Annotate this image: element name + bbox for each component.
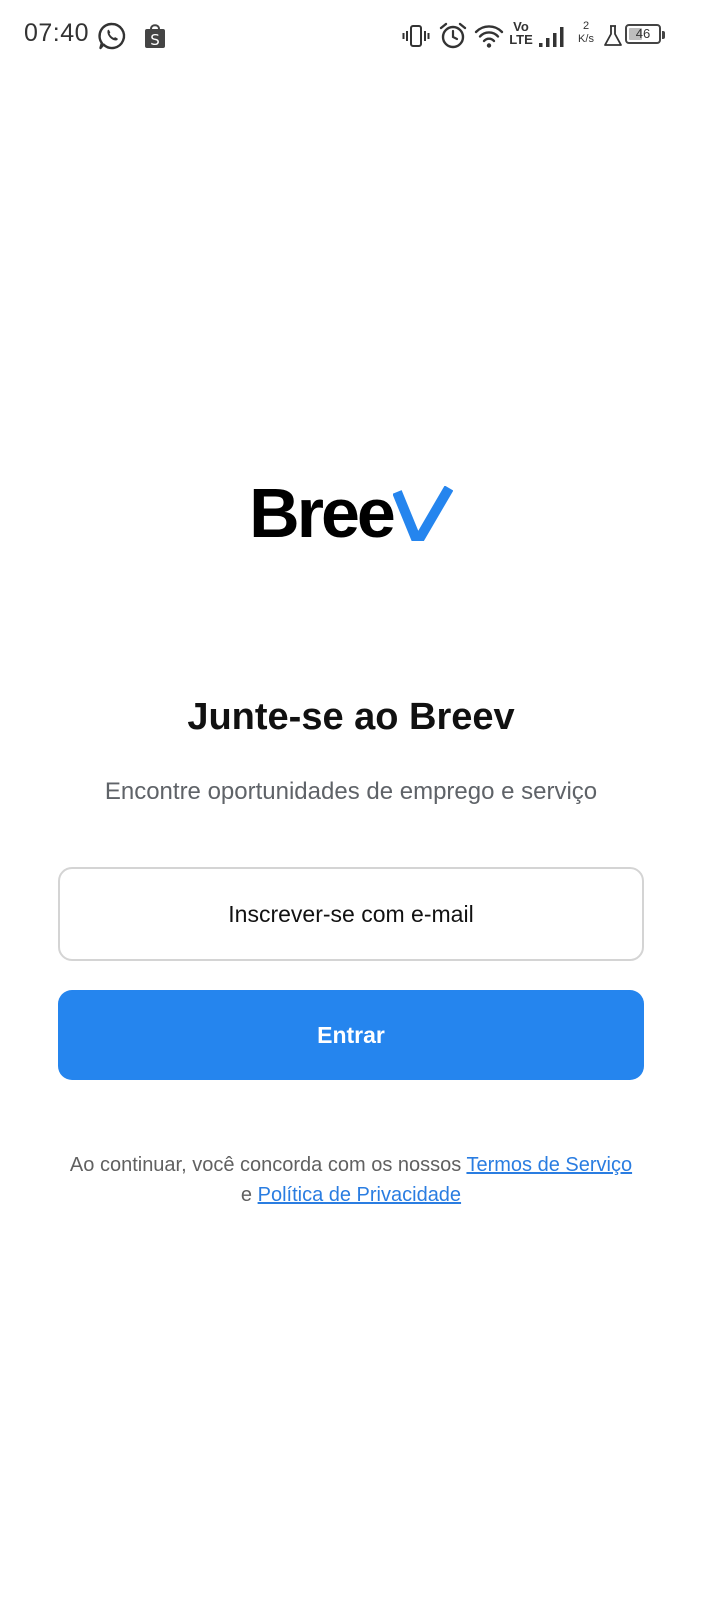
svg-text:S: S (150, 31, 160, 49)
page-subtitle: Encontre oportunidades de emprego e serv… (104, 778, 598, 805)
status-time: 07:40 (24, 19, 90, 47)
volte-bottom-label: LTE (509, 32, 533, 47)
login-screen: 07:40 S Vo LTE 2 K/s 46 Bree Junte-se ao… (0, 0, 702, 1600)
network-speed: 2 K/s (573, 20, 599, 46)
battery-icon: 46 (625, 24, 665, 44)
logo-wordmark: Bree (249, 474, 396, 552)
network-speed-value: 2 (582, 20, 590, 32)
login-button[interactable]: Entrar (58, 990, 644, 1080)
terms-prefix: Ao continuar, você concorda com os nosso… (69, 1154, 462, 1176)
signal-icon (539, 27, 564, 47)
shop-icon: S (145, 24, 165, 49)
page-title: Junte-se ao Breev (187, 696, 515, 738)
alarm-icon (439, 22, 467, 49)
terms-of-service-link[interactable]: Termos de Serviço (466, 1154, 632, 1176)
flask-icon (604, 25, 622, 46)
volte-icon: Vo LTE (507, 20, 535, 46)
wifi-icon (474, 25, 504, 48)
battery-level-text: 46 (635, 26, 651, 41)
privacy-policy-link[interactable]: Política de Privacidade (258, 1184, 461, 1206)
breev-logo: Bree (0, 478, 702, 548)
vibrate-icon (402, 25, 430, 47)
email-signup-button[interactable]: Inscrever-se com e-mail (58, 867, 644, 961)
terms-conjunction: e (240, 1184, 253, 1206)
network-speed-unit: K/s (578, 33, 594, 45)
status-bar: 07:40 S Vo LTE 2 K/s 46 (0, 0, 702, 72)
terms-notice: Ao continuar, você concorda com os nosso… (40, 1150, 662, 1210)
whatsapp-icon (98, 22, 126, 50)
logo-check-icon (392, 486, 453, 541)
